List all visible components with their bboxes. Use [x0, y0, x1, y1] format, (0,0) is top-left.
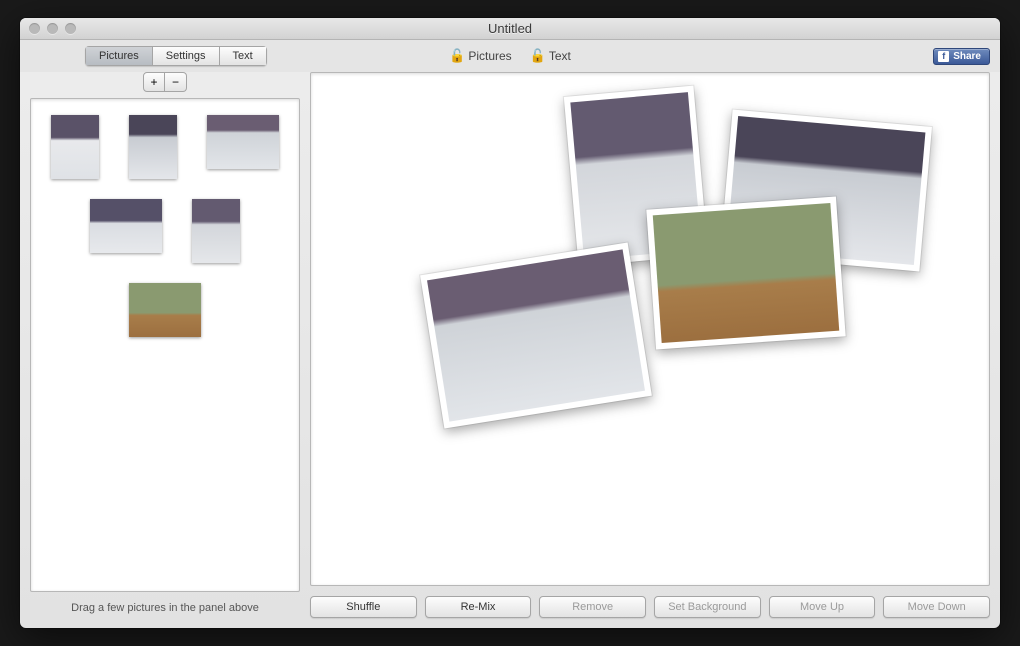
- move-up-button[interactable]: Move Up: [769, 596, 876, 618]
- tab-text[interactable]: Text: [220, 46, 267, 66]
- share-button[interactable]: f Share: [933, 48, 990, 65]
- canvas-photo[interactable]: [646, 197, 845, 350]
- sidebar-helper-text: Drag a few pictures in the panel above: [30, 592, 300, 618]
- remove-button[interactable]: Remove: [539, 596, 646, 618]
- unlock-icon: 🔓: [449, 48, 465, 64]
- sidebar: + − Drag a few pictures in the panel abo…: [30, 72, 300, 618]
- window-title: Untitled: [20, 21, 1000, 36]
- shuffle-button[interactable]: Shuffle: [310, 596, 417, 618]
- thumbnail[interactable]: [51, 115, 99, 179]
- action-bar: Shuffle Re-Mix Remove Set Background Mov…: [310, 586, 990, 618]
- thumbnail[interactable]: [129, 283, 201, 337]
- tab-segmented-control: Pictures Settings Text: [85, 46, 267, 66]
- move-down-button[interactable]: Move Down: [883, 596, 990, 618]
- app-window: Untitled Pictures Settings Text 🔓 Pictur…: [20, 18, 1000, 628]
- canvas-photo[interactable]: [420, 243, 652, 429]
- thumbnail[interactable]: [207, 115, 279, 169]
- main-column: Shuffle Re-Mix Remove Set Background Mov…: [310, 72, 990, 618]
- add-picture-button[interactable]: +: [143, 72, 165, 92]
- toolbar: Pictures Settings Text 🔓 Pictures 🔓 Text…: [20, 40, 1000, 72]
- thumbnail[interactable]: [90, 199, 162, 253]
- set-background-button[interactable]: Set Background: [654, 596, 761, 618]
- lock-text-toggle[interactable]: 🔓 Text: [530, 48, 571, 64]
- tab-settings[interactable]: Settings: [153, 46, 220, 66]
- facebook-icon: f: [938, 51, 949, 62]
- thumbnail[interactable]: [192, 199, 240, 263]
- thumbnail-panel[interactable]: [30, 98, 300, 592]
- tab-pictures[interactable]: Pictures: [85, 46, 153, 66]
- share-label: Share: [953, 51, 981, 62]
- lock-toggle-group: 🔓 Pictures 🔓 Text: [449, 48, 571, 64]
- lock-pictures-toggle[interactable]: 🔓 Pictures: [449, 48, 512, 64]
- body: + − Drag a few pictures in the panel abo…: [20, 72, 1000, 628]
- remove-picture-button[interactable]: −: [165, 72, 187, 92]
- add-remove-group: + −: [30, 72, 300, 92]
- unlock-icon: 🔓: [530, 48, 546, 64]
- titlebar[interactable]: Untitled: [20, 18, 1000, 40]
- remix-button[interactable]: Re-Mix: [425, 596, 532, 618]
- thumbnail[interactable]: [129, 115, 177, 179]
- lock-pictures-label: Pictures: [468, 49, 511, 63]
- collage-canvas[interactable]: [310, 72, 990, 586]
- lock-text-label: Text: [549, 49, 571, 63]
